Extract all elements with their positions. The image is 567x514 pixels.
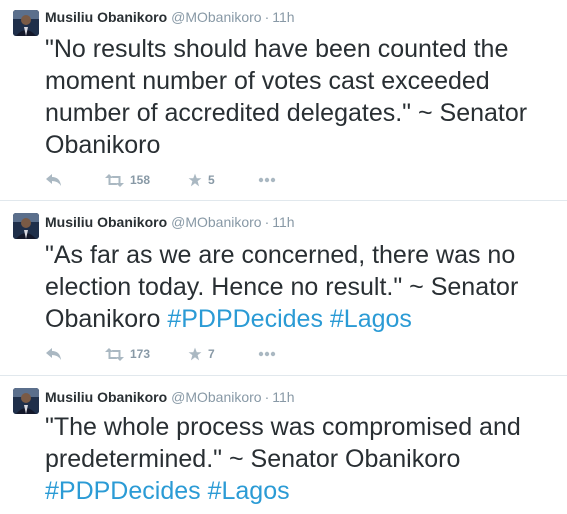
timestamp[interactable]: 11h	[272, 9, 294, 25]
tweet-header: Musiliu Obanikoro @MObanikoro · 11h	[45, 8, 295, 26]
more-icon	[258, 177, 276, 183]
favorite-count: 7	[208, 347, 215, 361]
retweet-button[interactable]: 158	[105, 170, 150, 190]
retweet-count: 158	[130, 173, 151, 187]
tweet-actions: 158 5	[45, 170, 345, 190]
tweet-text: "The whole process was compromised and p…	[45, 411, 565, 507]
timestamp[interactable]: 11h	[272, 389, 294, 405]
favorite-button[interactable]: 5	[188, 170, 215, 190]
author-handle[interactable]: @MObanikoro	[171, 214, 261, 230]
reply-icon	[46, 174, 61, 186]
hashtag-link[interactable]: #PDPDecides	[167, 305, 323, 333]
more-icon	[258, 351, 276, 357]
author-name[interactable]: Musiliu Obanikoro	[45, 214, 167, 230]
timestamp[interactable]: 11h	[272, 214, 294, 230]
star-icon	[188, 173, 202, 187]
tweet-actions: 173 7	[45, 344, 345, 364]
tweet[interactable]: Musiliu Obanikoro @MObanikoro · 11h "As far…	[0, 200, 567, 375]
author-name[interactable]: Musiliu Obanikoro	[45, 389, 167, 405]
author-handle[interactable]: @MObanikoro	[171, 9, 261, 25]
favorite-count: 5	[208, 173, 215, 187]
reply-button[interactable]	[45, 170, 62, 190]
separator: ·	[264, 214, 270, 230]
hashtag-link[interactable]: #Lagos	[330, 305, 412, 333]
author-name[interactable]: Musiliu Obanikoro	[45, 9, 167, 25]
tweet-header: Musiliu Obanikoro @MObanikoro · 11h	[45, 388, 295, 406]
retweet-icon	[105, 347, 124, 361]
retweet-count: 173	[130, 347, 151, 361]
reply-button[interactable]	[45, 344, 62, 364]
author-handle[interactable]: @MObanikoro	[171, 389, 261, 405]
retweet-button[interactable]: 173	[105, 344, 150, 364]
hashtag-link[interactable]: #PDPDecides	[45, 477, 201, 505]
retweet-icon	[105, 173, 124, 187]
star-icon	[188, 347, 202, 361]
tweet-header: Musiliu Obanikoro @MObanikoro · 11h	[45, 213, 295, 231]
reply-icon	[46, 348, 61, 360]
tweet-text: "As far as we are concerned, there was n…	[45, 239, 565, 335]
avatar[interactable]	[13, 10, 39, 36]
separator: ·	[264, 389, 270, 405]
more-button[interactable]	[258, 170, 276, 190]
tweet-text: "No results should have been counted the…	[45, 35, 528, 159]
hashtag-link[interactable]: #Lagos	[208, 477, 290, 505]
tweet[interactable]: Musiliu Obanikoro @MObanikoro · 11h "The wh…	[0, 375, 567, 514]
separator: ·	[264, 9, 270, 25]
tweet[interactable]: Musiliu Obanikoro @MObanikoro · 11h "No res…	[0, 0, 567, 200]
avatar[interactable]	[13, 388, 39, 414]
more-button[interactable]	[258, 344, 276, 364]
tweet-body: "The whole process was compromised and p…	[45, 413, 521, 473]
avatar[interactable]	[13, 213, 39, 239]
favorite-button[interactable]: 7	[188, 344, 215, 364]
